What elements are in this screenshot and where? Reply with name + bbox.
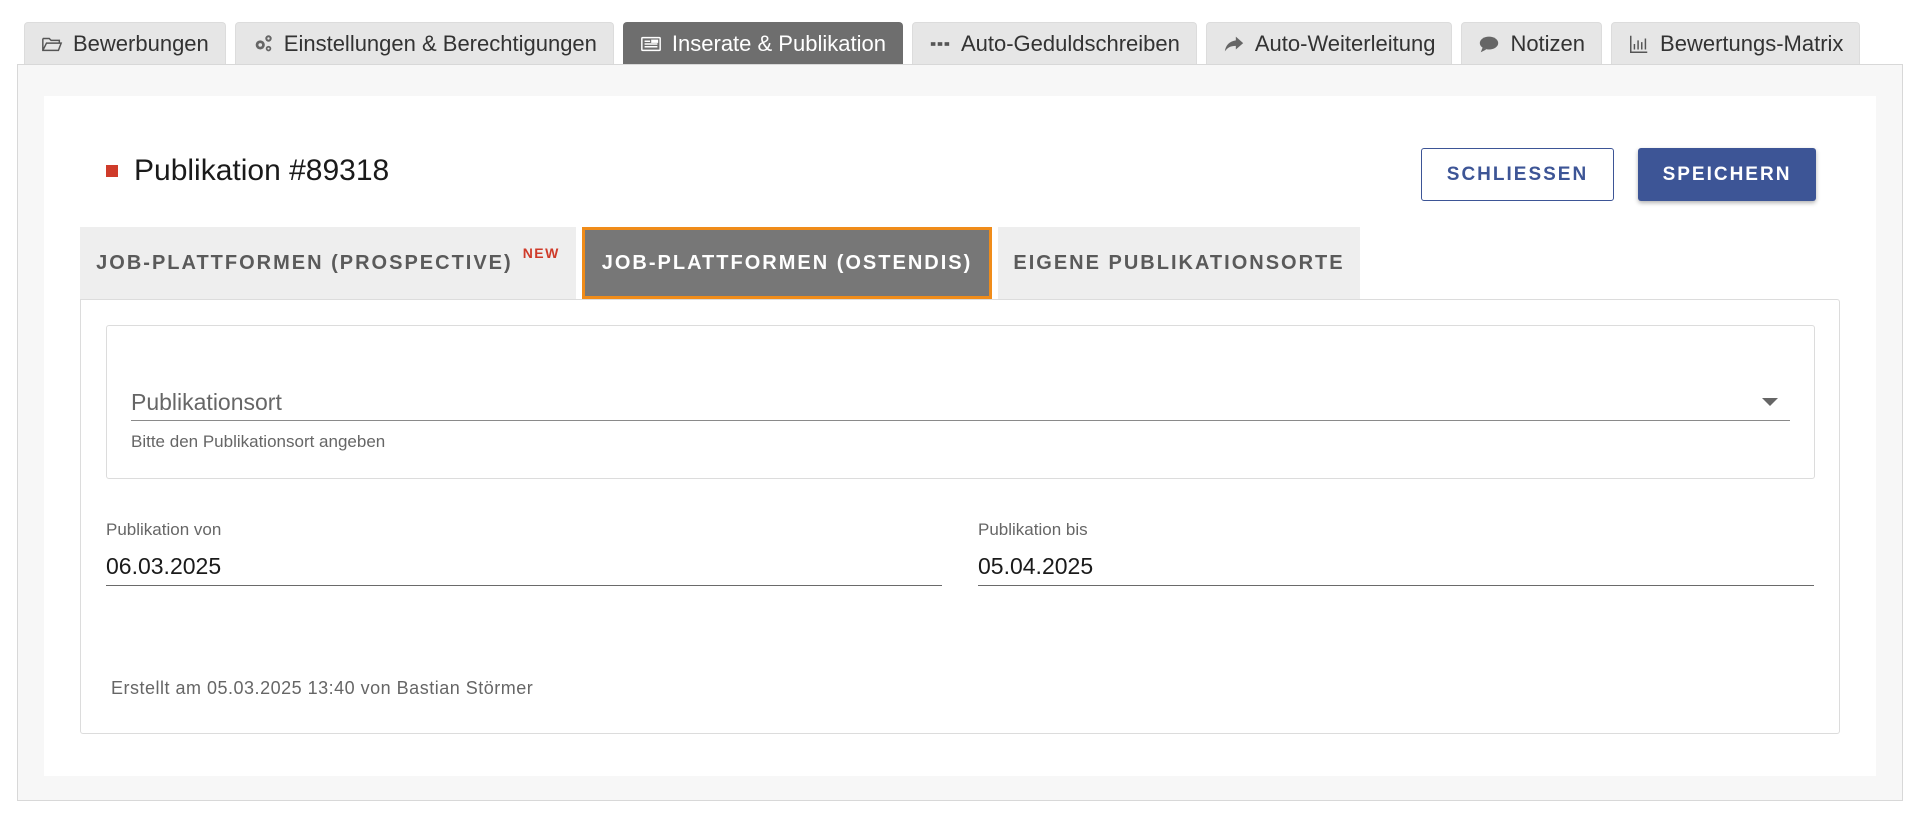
status-marker (106, 165, 118, 177)
tab-label: JOB-PLATTFORMEN (OSTENDIS) (601, 251, 973, 274)
close-button[interactable]: SCHLIESSEN (1421, 148, 1614, 201)
publication-from-input[interactable]: 06.03.2025 (106, 548, 942, 586)
new-badge: NEW (522, 245, 560, 261)
publication-to-input[interactable]: 05.04.2025 (978, 548, 1814, 586)
tab-prospective[interactable]: JOB-PLATTFORMEN (PROSPECTIVE) NEW (80, 227, 576, 299)
publication-from-field: Publikation von 06.03.2025 (106, 520, 942, 586)
select-help-text: Bitte den Publikationsort angeben (131, 432, 386, 451)
save-button[interactable]: SPEICHERN (1638, 148, 1816, 201)
field-label: Publikation von (106, 520, 222, 539)
share-arrow-icon (1223, 33, 1245, 55)
tab-notizen[interactable]: Notizen (1461, 22, 1603, 65)
page-title: Publikation #89318 (134, 154, 390, 187)
tab-inserate-publikation[interactable]: Inserate & Publikation (622, 22, 903, 65)
field-label: Publikation bis (978, 520, 1088, 539)
top-tab-bar: Bewerbungen Einstellungen & Berechtigung… (24, 22, 1861, 65)
tab-ostendis[interactable]: JOB-PLATTFORMEN (OSTENDIS) (582, 227, 992, 299)
tab-label: EIGENE PUBLIKATIONSORTE (1013, 251, 1345, 274)
ellipsis-icon (929, 33, 951, 55)
tab-eigene-publikationsorte[interactable]: EIGENE PUBLIKATIONSORTE (998, 227, 1360, 299)
tab-panel: Publikationsort Bitte den Publikationsor… (80, 299, 1840, 734)
tab-label: Inserate & Publikation (671, 31, 886, 56)
publication-place-box: Publikationsort Bitte den Publikationsor… (106, 325, 1815, 479)
bar-chart-icon (1628, 33, 1650, 55)
created-info: Erstellt am 05.03.2025 13:40 von Bastian… (111, 678, 534, 698)
tab-label: Einstellungen & Berechtigungen (283, 31, 597, 56)
speech-bubble-icon (1478, 33, 1500, 55)
page-header: Publikation #89318 (106, 154, 389, 188)
tab-label: Bewertungs-Matrix (1660, 31, 1844, 56)
publication-place-select[interactable]: Publikationsort (131, 384, 1790, 421)
tab-label: Notizen (1510, 31, 1586, 56)
tab-label: Auto-Geduldschreiben (960, 31, 1180, 56)
gears-icon (252, 33, 274, 55)
tab-label: JOB-PLATTFORMEN (PROSPECTIVE) (96, 251, 513, 274)
content-frame: Publikation #89318 SCHLIESSEN SPEICHERN … (17, 64, 1903, 801)
newspaper-icon (640, 33, 662, 55)
folder-open-icon (41, 33, 63, 55)
publication-card: Publikation #89318 SCHLIESSEN SPEICHERN … (44, 96, 1876, 776)
tab-auto-geduldschreiben[interactable]: Auto-Geduldschreiben (911, 22, 1197, 65)
select-label: Publikationsort (131, 388, 282, 415)
tab-label: Auto-Weiterleitung (1254, 31, 1436, 56)
platform-tabs: JOB-PLATTFORMEN (PROSPECTIVE) NEW JOB-PL… (80, 227, 1360, 299)
tab-auto-weiterleitung[interactable]: Auto-Weiterleitung (1205, 22, 1453, 65)
tab-einstellungen[interactable]: Einstellungen & Berechtigungen (234, 22, 614, 65)
tab-bewerbungen[interactable]: Bewerbungen (24, 22, 226, 65)
caret-down-icon[interactable] (1762, 398, 1778, 406)
tab-label: Bewerbungen (73, 31, 209, 56)
tab-bewertungs-matrix[interactable]: Bewertungs-Matrix (1611, 22, 1861, 65)
publication-to-field: Publikation bis 05.04.2025 (978, 520, 1814, 586)
